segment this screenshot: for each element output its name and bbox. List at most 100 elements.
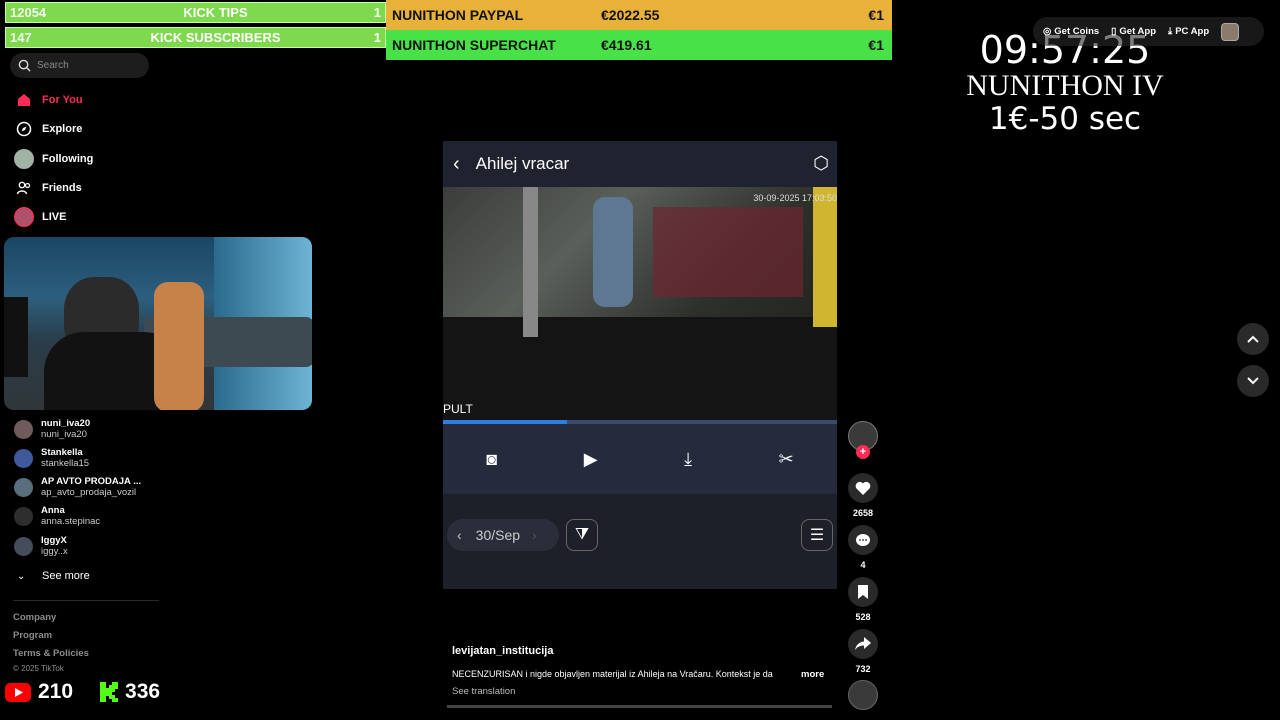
- get-coins-button[interactable]: ◎ Get Coins: [1043, 26, 1099, 37]
- following-account[interactable]: IggyX iggy..x: [14, 535, 68, 557]
- app-header: ‹ Ahilej vracar ⬡: [443, 141, 837, 187]
- video-player[interactable]: ‹ Ahilej vracar ⬡ 30-09-2025 17:03:50 PU…: [443, 141, 837, 589]
- heart-icon: [848, 473, 878, 503]
- superchat-bar: NUNITHON SUPERCHAT €419.61 €1: [386, 30, 892, 60]
- paypal-step: €1: [868, 7, 884, 23]
- account-avatar: [14, 537, 33, 556]
- superchat-amount: €419.61: [601, 37, 652, 53]
- prev-icon: ‹: [457, 527, 462, 543]
- nav-friends[interactable]: Friends: [13, 176, 82, 200]
- video-progress-bar[interactable]: [447, 705, 832, 708]
- search-icon: [18, 59, 31, 72]
- date-filter: ‹ 30/Sep ›: [447, 519, 559, 551]
- footer-program[interactable]: Program: [13, 630, 52, 641]
- coin-icon: ◎: [1043, 26, 1052, 37]
- creator-avatar[interactable]: +: [848, 421, 878, 459]
- search-box[interactable]: Search: [10, 53, 149, 78]
- following-account[interactable]: Anna anna.stepinac: [14, 505, 100, 527]
- superchat-label: NUNITHON SUPERCHAT: [392, 37, 556, 53]
- webcam-overlay: [4, 237, 312, 410]
- video-caption: NECENZURISAN i nigde objavljen materijal…: [452, 669, 773, 679]
- get-app-button[interactable]: ▯ Get App: [1111, 26, 1156, 37]
- app-title: Ahilej vracar: [475, 154, 570, 173]
- author-name[interactable]: levijatan_institucija: [452, 645, 553, 657]
- comment-count: 4: [860, 560, 866, 570]
- kick-icon: [100, 682, 119, 702]
- download-icon: ⤓: [1168, 26, 1173, 37]
- home-icon: [13, 89, 35, 111]
- camera-icon: ◙: [486, 448, 498, 469]
- search-placeholder: Search: [37, 60, 69, 71]
- like-button[interactable]: 2658: [848, 473, 878, 518]
- following-account[interactable]: AP AVTO PRODAJA ... ap_avto_prodaja_vozil: [14, 476, 141, 498]
- share-button[interactable]: 732: [848, 629, 878, 674]
- account-avatar: [14, 420, 33, 439]
- download-icon: ⤓: [684, 448, 693, 469]
- account-avatar: [14, 507, 33, 526]
- video-camera-icon: ▶: [583, 448, 598, 469]
- nav-following[interactable]: Following: [13, 147, 93, 171]
- cctv-toolbar: ◙ ▶ ⤓ ✂: [443, 424, 837, 494]
- paypal-bar: NUNITHON PAYPAL €2022.55 €1: [386, 0, 892, 30]
- date-bar: ‹ 30/Sep › ⧩ ☰: [443, 494, 837, 589]
- kick-tips-number: 12054: [10, 5, 47, 20]
- sound-avatar[interactable]: [848, 680, 878, 710]
- account-avatar: [14, 449, 33, 468]
- nav-label: LIVE: [42, 211, 67, 223]
- kick-subs-count: 1: [373, 30, 381, 45]
- top-actions: ◎ Get Coins ▯ Get App ⤓ PC App: [1033, 17, 1264, 46]
- like-count: 2658: [852, 508, 874, 518]
- kick-tips-label: KICK TIPS: [183, 5, 248, 20]
- following-account[interactable]: Stankella stankella15: [14, 447, 89, 469]
- following-avatar: [13, 148, 35, 170]
- account-handle: stankella15: [41, 458, 90, 469]
- donation-rate: 1€-50 sec: [988, 101, 1142, 137]
- account-name: AP AVTO PRODAJA ...: [41, 476, 142, 487]
- youtube-count: 210: [38, 680, 74, 703]
- kick-subscribers-bar: 147 KICK SUBSCRIBERS 1: [5, 27, 386, 48]
- comment-button[interactable]: 4: [848, 525, 878, 570]
- next-video-button[interactable]: [1237, 365, 1269, 397]
- nav-label: For You: [42, 94, 83, 106]
- pc-app-button[interactable]: ⤓ PC App: [1168, 26, 1209, 37]
- paypal-amount: €2022.55: [601, 7, 660, 23]
- share-count: 732: [855, 664, 871, 674]
- chevron-down-icon: ⌄: [17, 570, 26, 582]
- kick-tips-count: 1: [373, 5, 381, 20]
- nav-label: Friends: [42, 182, 82, 194]
- see-more-button[interactable]: ⌄ See more: [17, 564, 90, 588]
- following-account[interactable]: nuni_iva20 nuni_iva20: [14, 418, 90, 440]
- account-avatar: [14, 478, 33, 497]
- footer-company[interactable]: Company: [13, 612, 56, 623]
- nav-label: Explore: [42, 123, 83, 135]
- save-button[interactable]: 528: [848, 577, 878, 622]
- bookmark-icon: [848, 577, 878, 607]
- footer-terms[interactable]: Terms & Policies: [13, 648, 89, 659]
- account-name: nuni_iva20: [41, 418, 91, 429]
- follow-plus-icon[interactable]: +: [856, 445, 870, 459]
- comment-icon: [848, 525, 878, 555]
- nav-for-you[interactable]: For You: [13, 88, 83, 112]
- compass-icon: [13, 118, 35, 140]
- account-name: Stankella: [41, 447, 83, 458]
- nav-label: Following: [42, 153, 94, 165]
- nav-explore[interactable]: Explore: [13, 117, 82, 141]
- share-icon: [848, 629, 878, 659]
- phone-icon: ▯: [1111, 26, 1117, 37]
- youtube-icon: [5, 682, 31, 702]
- divider: [13, 600, 159, 601]
- copyright: © 2025 TikTok: [13, 664, 64, 673]
- see-translation-link[interactable]: See translation: [452, 686, 515, 697]
- next-icon: ›: [532, 527, 537, 543]
- cctv-timestamp: 30-09-2025 17:03:50: [753, 193, 837, 203]
- profile-avatar[interactable]: [1221, 22, 1240, 41]
- kick-subs-label: KICK SUBSCRIBERS: [150, 30, 281, 45]
- chevron-down-icon: [1247, 377, 1259, 385]
- account-name: Anna: [41, 505, 65, 516]
- previous-video-button[interactable]: [1237, 323, 1269, 355]
- nav-live[interactable]: LIVE: [13, 205, 66, 229]
- list-icon: ☰: [801, 519, 833, 551]
- kick-tips-bar: 12054 KICK TIPS 1: [5, 2, 386, 23]
- more-button[interactable]: more: [801, 669, 824, 680]
- platform-counters: 210 336: [5, 680, 160, 704]
